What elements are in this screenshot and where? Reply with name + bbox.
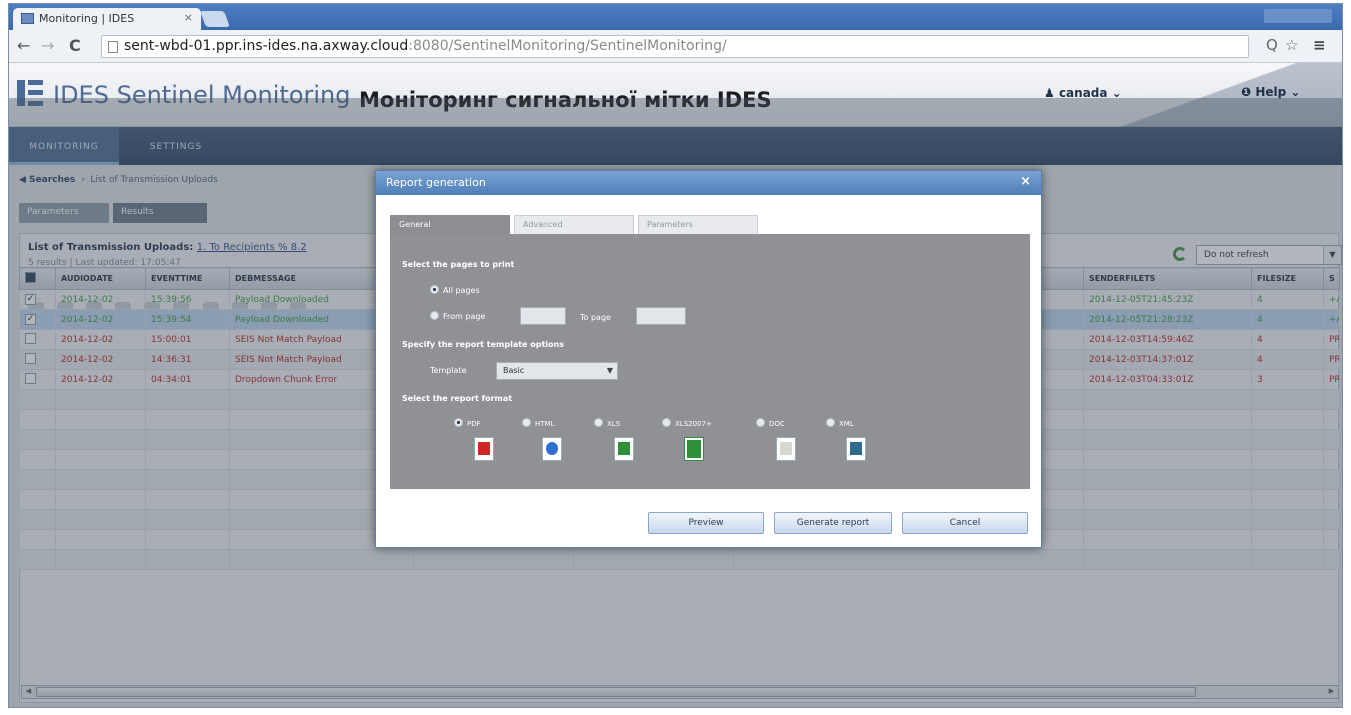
- template-select[interactable]: Basic ▼: [496, 362, 618, 380]
- radio-icon: [594, 418, 603, 427]
- report-generation-dialog: Report generation × General Advanced Par…: [375, 170, 1042, 548]
- forward-arrow-icon[interactable]: →: [41, 36, 54, 55]
- address-bar[interactable]: sent-wbd-01.ppr.ins-ides.na.axway.cloud:…: [101, 35, 1249, 58]
- doc-file-icon: [776, 437, 796, 461]
- reload-icon[interactable]: C: [69, 36, 81, 55]
- help-icon: ❶: [1241, 85, 1256, 99]
- radio-icon: [662, 418, 671, 427]
- all-pages-radio[interactable]: All pages: [430, 285, 480, 295]
- browser-tab[interactable]: Monitoring | IDES ×: [13, 8, 201, 30]
- radio-icon: [430, 311, 439, 320]
- radio-icon: [756, 418, 765, 427]
- html-file-icon: [542, 437, 562, 461]
- dialog-body: Select the pages to print All pages From…: [390, 234, 1030, 489]
- help-menu[interactable]: ❶ Help ⌄: [1241, 85, 1300, 99]
- tab-advanced[interactable]: Advanced: [514, 215, 634, 234]
- page-icon: [108, 41, 118, 53]
- xls-file-icon: [614, 437, 634, 461]
- browser-menu-icon[interactable]: ≡: [1313, 36, 1326, 54]
- cancel-button[interactable]: Cancel: [902, 512, 1028, 534]
- close-icon[interactable]: ×: [1020, 174, 1031, 189]
- tab-title: Monitoring | IDES: [39, 12, 135, 25]
- zoom-icon[interactable]: Q: [1266, 36, 1278, 54]
- chevron-down-icon: ▼: [606, 366, 613, 375]
- from-page-radio[interactable]: From page: [430, 311, 485, 321]
- tab-parameters[interactable]: Parameters: [638, 215, 758, 234]
- tab-close-icon[interactable]: ×: [184, 11, 193, 24]
- to-page-label: To page: [580, 313, 611, 322]
- help-label: Help: [1255, 85, 1287, 99]
- address-toolbar: ← → C sent-wbd-01.ppr.ins-ides.na.axway.…: [9, 30, 1342, 63]
- xls2007-file-icon: [684, 437, 704, 461]
- format-radio-xls[interactable]: XLS: [594, 418, 620, 428]
- back-arrow-icon[interactable]: ←: [17, 36, 30, 55]
- template-heading: Specify the report template options: [402, 340, 564, 349]
- dialog-header: Report generation ×: [376, 171, 1041, 195]
- to-page-input[interactable]: [636, 307, 686, 325]
- chevron-down-icon: ⌄: [1286, 85, 1301, 99]
- browser-tabbar: Monitoring | IDES ×: [9, 4, 1342, 30]
- new-tab-button[interactable]: [200, 11, 230, 27]
- format-radio-pdf[interactable]: PDF: [454, 418, 481, 428]
- generate-report-button[interactable]: Generate report: [774, 512, 892, 534]
- bookmark-star-icon[interactable]: ☆: [1285, 36, 1298, 54]
- browser-window: Monitoring | IDES × ← → C sent-wbd-01.pp…: [8, 3, 1343, 708]
- format-radio-xls2007[interactable]: XLS2007+: [662, 418, 712, 428]
- tab-general[interactable]: General: [390, 215, 510, 234]
- radio-selected-icon: [430, 285, 439, 294]
- from-page-input[interactable]: [520, 307, 566, 325]
- xml-file-icon: [846, 437, 866, 461]
- radio-icon: [522, 418, 531, 427]
- format-radio-html[interactable]: HTML: [522, 418, 554, 428]
- pages-heading: Select the pages to print: [402, 260, 515, 269]
- tab-favicon-icon: [21, 13, 34, 24]
- template-select-value: Basic: [503, 366, 525, 375]
- url-host: sent-wbd-01.ppr.ins-ides.na.axway.cloud: [124, 38, 409, 54]
- window-controls[interactable]: [1264, 9, 1332, 23]
- template-label: Template: [430, 366, 467, 375]
- radio-icon: [826, 418, 835, 427]
- format-heading: Select the report format: [402, 394, 513, 403]
- preview-button[interactable]: Preview: [648, 512, 764, 534]
- pdf-file-icon: [474, 437, 494, 461]
- dialog-title: Report generation: [386, 176, 486, 189]
- url-path: :8080/SentinelMonitoring/SentinelMonitor…: [408, 38, 727, 54]
- format-radio-doc[interactable]: DOC: [756, 418, 785, 428]
- dialog-tabs: General Advanced Parameters: [390, 215, 990, 234]
- format-radio-xml[interactable]: XML: [826, 418, 854, 428]
- radio-selected-icon: [454, 418, 463, 427]
